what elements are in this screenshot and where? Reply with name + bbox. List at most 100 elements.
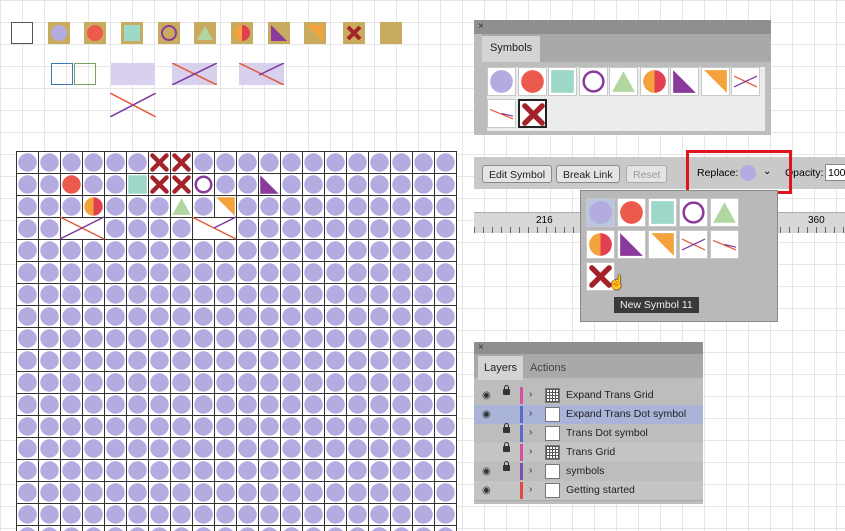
grid-cell — [303, 482, 325, 504]
symbols-panel[interactable]: × Symbols — [474, 20, 771, 135]
layers-panel-titlebar[interactable]: × — [474, 342, 703, 354]
purple-ring-swatch[interactable] — [158, 22, 180, 44]
lavender-circle-icon — [62, 263, 80, 281]
lock-icon[interactable] — [503, 446, 510, 452]
layer-row[interactable]: ›Trans Dot symbol — [474, 424, 703, 444]
grid-cell — [83, 372, 105, 394]
chevron-right-icon[interactable]: › — [529, 446, 532, 457]
grid-cell — [391, 394, 413, 416]
lavender-circle-icon — [436, 153, 454, 171]
red-x-swatch[interactable] — [343, 22, 365, 44]
break-link-button[interactable]: Break Link — [556, 165, 620, 183]
half-circle-swatch[interactable] — [231, 22, 253, 44]
lavender-circle-icon — [392, 241, 410, 259]
lavender-circle-icon — [84, 505, 102, 523]
symbol-green-triangle[interactable] — [609, 67, 638, 96]
grid-cell — [391, 482, 413, 504]
eye-icon[interactable]: ◉ — [482, 390, 491, 401]
edit-symbol-button[interactable]: Edit Symbol — [482, 165, 552, 183]
grid-cell — [325, 174, 347, 196]
popup-symbol-purple-ring[interactable] — [679, 198, 708, 227]
symbol-half-circle[interactable] — [640, 67, 669, 96]
tab-actions[interactable]: Actions — [524, 356, 572, 380]
grid-cell — [193, 262, 215, 284]
popup-symbol-cross-lines[interactable] — [679, 230, 708, 259]
layer-row[interactable]: ◉›Getting started — [474, 481, 703, 501]
lavender-circle-icon — [304, 461, 322, 479]
grid-cell — [17, 284, 39, 306]
crossed-rect-swatch[interactable] — [172, 63, 217, 85]
eye-icon[interactable]: ◉ — [482, 409, 491, 420]
dot-grid[interactable] — [16, 151, 458, 531]
lock-icon[interactable] — [503, 427, 510, 433]
symbol-teal-square[interactable] — [548, 67, 577, 96]
lavender-circle-icon — [18, 417, 36, 435]
popup-symbol-half-circle[interactable] — [586, 230, 615, 259]
orange-triangle-swatch[interactable] — [304, 22, 326, 44]
lavender-circle-icon — [370, 241, 388, 259]
red-circle-swatch[interactable] — [84, 22, 106, 44]
cross-lines-swatch[interactable] — [110, 93, 156, 117]
half-crossed-rect-swatch[interactable] — [239, 63, 284, 85]
lavender-circle-icon — [414, 505, 432, 523]
symbol-purple-ring[interactable] — [579, 67, 608, 96]
layer-thumbnail — [545, 426, 560, 441]
lavender-circle-swatch[interactable] — [48, 22, 70, 44]
lavender-circle-icon — [216, 461, 234, 479]
lavender-circle-icon — [128, 505, 146, 523]
layer-row[interactable]: ◉›Expand Trans Grid — [474, 386, 703, 406]
chevron-right-icon[interactable]: › — [529, 389, 532, 400]
popup-symbol-purple-triangle[interactable] — [617, 230, 646, 259]
popup-symbol-green-triangle[interactable] — [710, 198, 739, 227]
green-triangle-swatch[interactable] — [194, 22, 216, 44]
layer-row[interactable]: ◉›Expand Trans Dot symbol — [474, 405, 703, 425]
close-icon[interactable]: × — [478, 342, 484, 354]
popup-symbol-orange-triangle[interactable] — [648, 230, 677, 259]
grid-cell — [193, 174, 215, 196]
symbol-orange-triangle[interactable] — [701, 67, 730, 96]
opacity-input[interactable]: 100 — [825, 164, 845, 181]
layer-row[interactable]: ›Trans Grid — [474, 443, 703, 463]
tab-symbols[interactable]: Symbols — [482, 36, 540, 62]
lavender-circle-icon — [106, 461, 124, 479]
lavender-circle-icon — [326, 505, 344, 523]
lock-icon[interactable] — [503, 465, 510, 471]
chevron-right-icon[interactable]: › — [529, 408, 532, 419]
chevron-right-icon[interactable]: › — [529, 465, 532, 476]
reset-button[interactable]: Reset — [626, 165, 667, 183]
popup-symbol-lavender-circle[interactable] — [586, 198, 615, 227]
split-square-swatch[interactable] — [51, 63, 97, 85]
symbol-red-x[interactable] — [518, 99, 547, 128]
eye-icon[interactable]: ◉ — [482, 485, 491, 496]
teal-square-swatch[interactable] — [121, 22, 143, 44]
chevron-right-icon[interactable]: › — [529, 427, 532, 438]
lavender-circle-icon — [304, 219, 322, 237]
close-icon[interactable]: × — [478, 20, 484, 34]
popup-symbol-thin-cross[interactable] — [710, 230, 739, 259]
symbol-lavender-circle[interactable] — [487, 67, 516, 96]
symbol-red-circle[interactable] — [518, 67, 547, 96]
popup-symbol-teal-square[interactable] — [648, 198, 677, 227]
symbols-panel-titlebar[interactable]: × — [474, 20, 771, 34]
lock-icon[interactable] — [503, 389, 510, 395]
symbol-cross-lines[interactable] — [731, 67, 760, 96]
symbol-purple-triangle[interactable] — [670, 67, 699, 96]
lavender-circle-icon — [194, 373, 212, 391]
chevron-right-icon[interactable]: › — [529, 484, 532, 495]
purple-triangle-swatch[interactable] — [268, 22, 290, 44]
gold-swatch[interactable] — [380, 22, 402, 44]
layer-row[interactable]: ◉›symbols — [474, 462, 703, 482]
eye-icon[interactable]: ◉ — [482, 466, 491, 477]
symbol-thin-cross[interactable] — [487, 99, 516, 128]
popup-symbol-red-circle[interactable] — [617, 198, 646, 227]
lavender-circle-icon — [40, 461, 58, 479]
grid-cell — [171, 372, 193, 394]
lavender-circle-icon — [260, 483, 278, 501]
tab-layers[interactable]: Layers — [478, 356, 523, 380]
lavender-rect-swatch[interactable] — [111, 63, 155, 85]
empty-swatch[interactable] — [11, 22, 33, 44]
lavender-circle-icon — [18, 483, 36, 501]
layers-panel[interactable]: × Layers Actions ◉›Expand Trans Grid◉›Ex… — [474, 342, 703, 504]
lavender-circle-icon — [260, 241, 278, 259]
lavender-circle-icon — [392, 373, 410, 391]
